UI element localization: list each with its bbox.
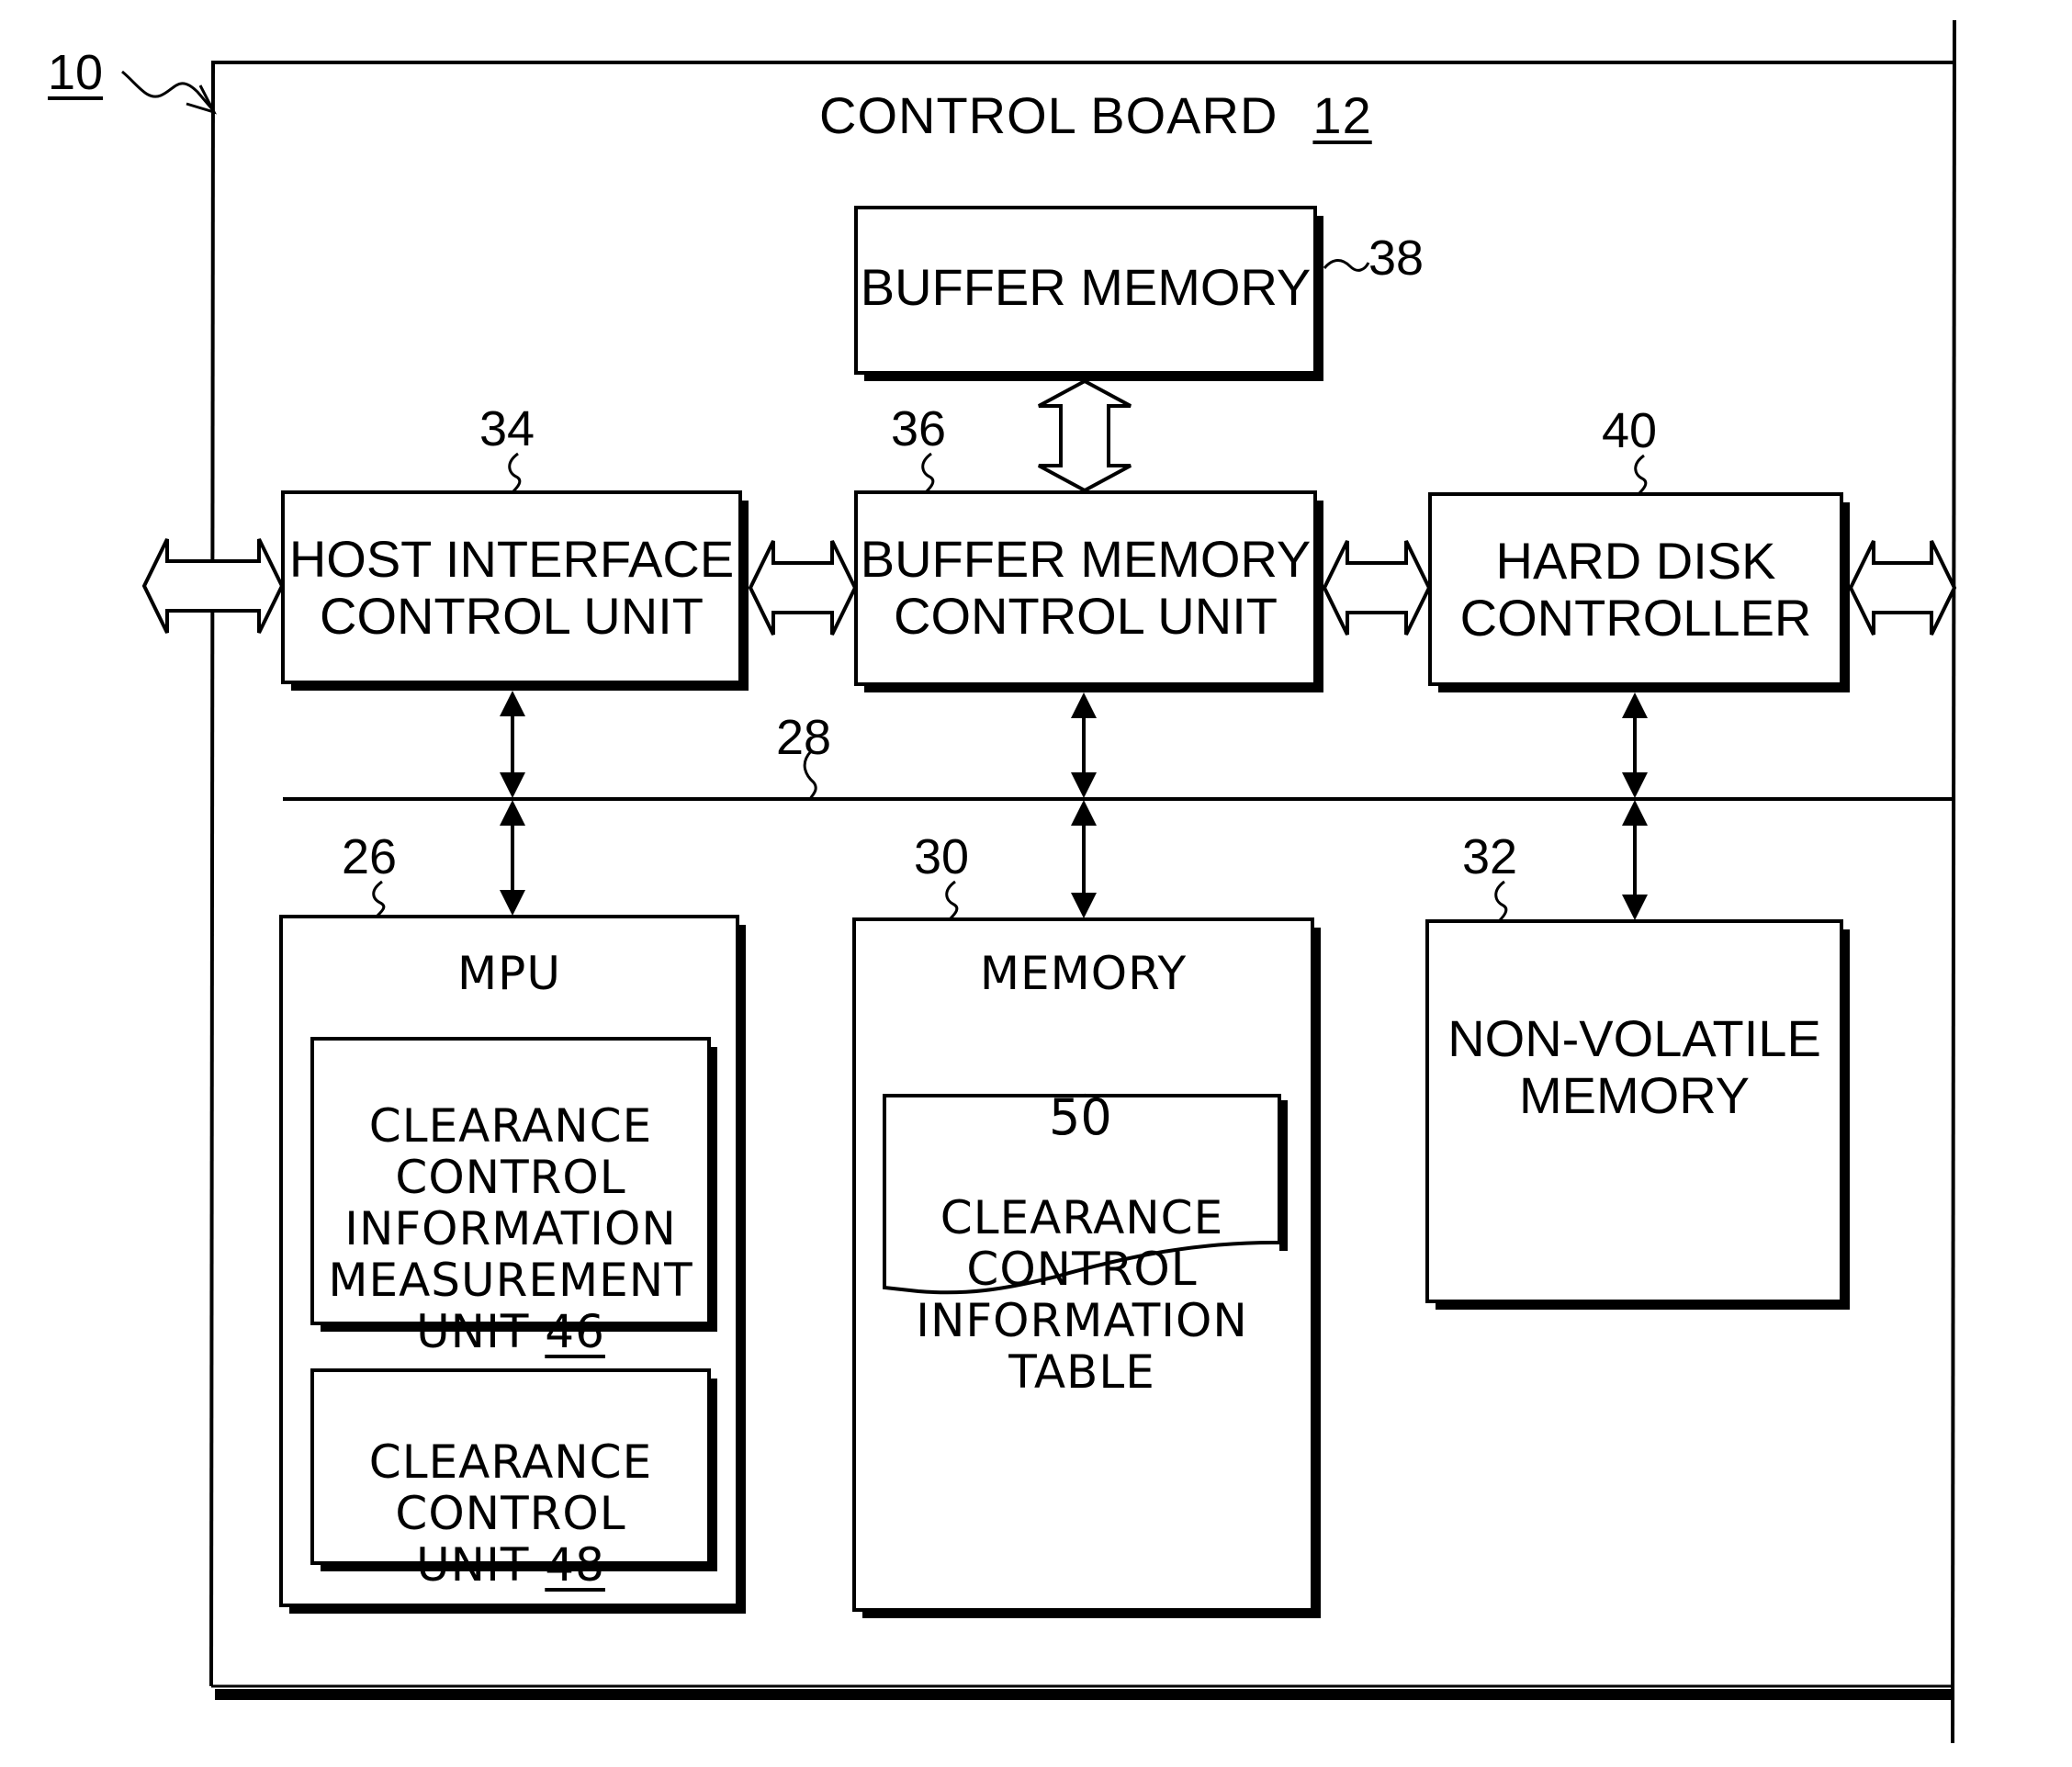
- table-document-shadow: [1279, 1100, 1288, 1251]
- non-volatile-memory-label: NON-VOLATILE MEMORY: [1447, 1009, 1821, 1124]
- bus-nvm-arrow-head-down: [1622, 895, 1648, 920]
- control-board-title: CONTROL BOARD 12: [819, 90, 1372, 141]
- host-interface-label: HOST INTERFACE CONTROL UNIT: [288, 530, 735, 645]
- hard-disk-controller-label: HARD DISK CONTROLLER: [1459, 532, 1812, 647]
- memory-ref: 30: [914, 829, 970, 884]
- device-ref-label: 10: [48, 45, 104, 100]
- mpu-ref: 26: [342, 829, 398, 884]
- buffer-memory-control-leader: [921, 452, 935, 494]
- clearance-control-unit-text: CLEARANCE CONTROL UNIT: [368, 1435, 653, 1592]
- buffer-memory-ref: 38: [1368, 231, 1424, 286]
- measurement-unit-label: CLEARANCE CONTROL INFORMATION MEASUREMEN…: [312, 1049, 709, 1357]
- buffer-memory-link-arrow: [1038, 378, 1132, 493]
- buffer-memory-label: BUFFER MEMORY: [860, 258, 1312, 316]
- mpu-leader: [372, 880, 386, 918]
- bus-mpu-arrow-head-down: [500, 890, 525, 916]
- memory-leader: [945, 880, 959, 921]
- buffer-control-bus-arrow-head-down: [1071, 772, 1097, 798]
- mpu-label: MPU: [457, 947, 561, 1000]
- buffer-control-bus-arrow: [1071, 692, 1097, 798]
- bus-ref: 28: [776, 710, 832, 765]
- control-board-title-text: CONTROL BOARD: [819, 86, 1278, 144]
- hard-disk-controller-ref: 40: [1602, 403, 1658, 458]
- host-bus-arrow: [500, 691, 525, 798]
- host-bus-arrow-head-up: [500, 691, 525, 716]
- device-leader-line: [121, 70, 215, 111]
- buffer-control-bus-arrow-head-up: [1071, 692, 1097, 718]
- bus-memory-arrow-head-down: [1071, 893, 1097, 918]
- hard-disk-controller-leader: [1634, 454, 1648, 496]
- memory-label: MEMORY: [979, 947, 1188, 1000]
- buffer-control-to-hdc-arrow: [1322, 540, 1432, 636]
- buffer-memory-control-label: BUFFER MEMORY CONTROL UNIT: [860, 530, 1312, 645]
- bus-mpu-arrow-head-up: [500, 800, 525, 826]
- host-to-buffer-control-arrow: [748, 540, 858, 636]
- host-interface-leader: [508, 452, 522, 494]
- non-volatile-memory-leader: [1494, 880, 1508, 923]
- hdc-bus-arrow-head-up: [1622, 692, 1648, 718]
- bus-mpu-arrow: [500, 800, 525, 916]
- measurement-unit-text: CLEARANCE CONTROL INFORMATION MEASUREMEN…: [328, 1099, 693, 1358]
- clearance-control-unit-label: CLEARANCE CONTROL UNIT 48: [312, 1385, 709, 1591]
- control-board-ref: 12: [1312, 86, 1372, 144]
- bus-nvm-arrow: [1622, 800, 1648, 920]
- bus-memory-arrow-head-up: [1071, 800, 1097, 826]
- hdc-bus-arrow: [1622, 692, 1648, 798]
- buffer-memory-control-ref: 36: [891, 401, 947, 456]
- hdc-disk-link-arrow: [1848, 540, 1957, 636]
- host-interface-ref: 34: [479, 401, 535, 456]
- hdc-bus-arrow-head-down: [1622, 772, 1648, 798]
- host-bus-arrow-head-down: [500, 772, 525, 798]
- bus-nvm-arrow-head-up: [1622, 800, 1648, 826]
- clearance-control-unit-ref: 48: [545, 1538, 605, 1592]
- table-label: CLEARANCE CONTROL INFORMATION TABLE: [916, 1191, 1248, 1399]
- table-ref: 50: [1049, 1088, 1112, 1146]
- bus-memory-arrow: [1071, 800, 1097, 918]
- buffer-memory-leader: [1323, 259, 1370, 272]
- measurement-unit-ref: 46: [545, 1305, 605, 1358]
- non-volatile-memory-ref: 32: [1462, 829, 1518, 884]
